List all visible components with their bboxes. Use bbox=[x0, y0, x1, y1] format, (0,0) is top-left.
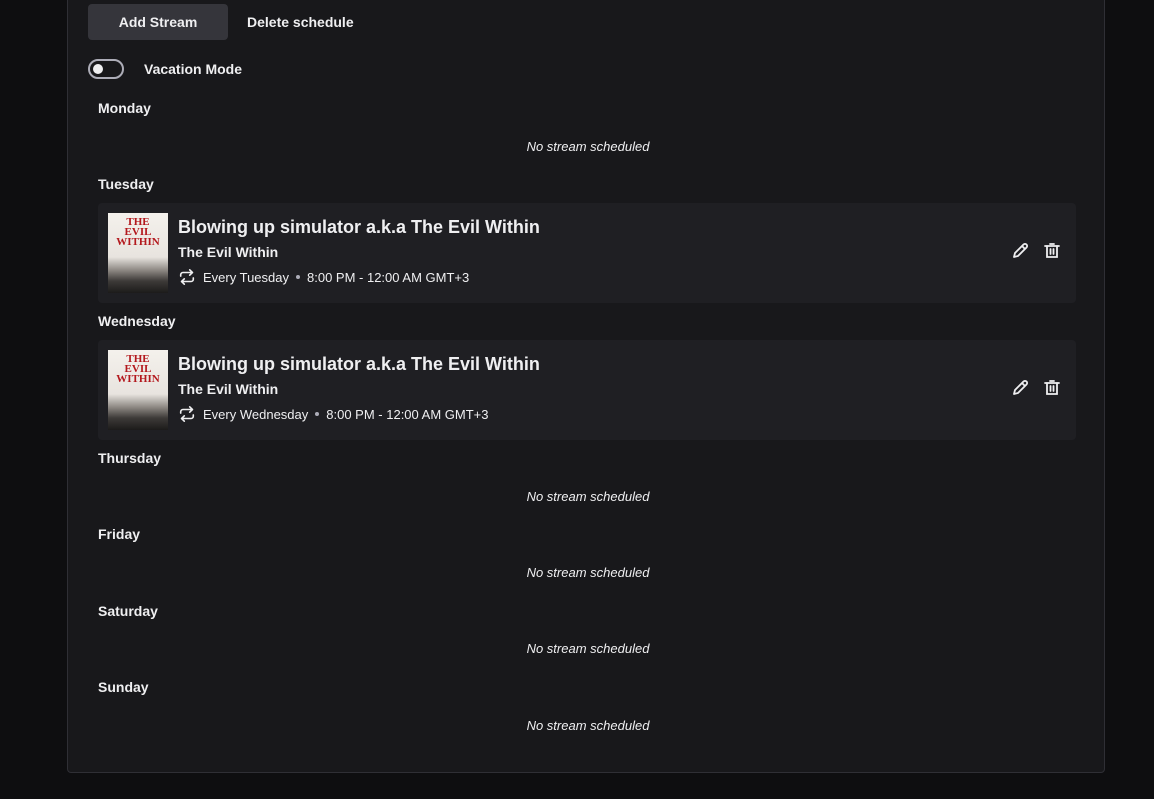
day-label-monday: Monday bbox=[98, 100, 151, 116]
trash-icon[interactable] bbox=[1042, 378, 1062, 398]
separator-dot bbox=[315, 412, 320, 416]
toggle-knob bbox=[93, 64, 103, 74]
day-label-thursday: Thursday bbox=[98, 450, 162, 466]
game-cover-image: THE EVIL WITHIN bbox=[108, 350, 168, 430]
repeat-icon bbox=[179, 405, 195, 423]
stream-meta: Every Wednesday 8:00 PM - 12:00 AM GMT+3 bbox=[178, 405, 488, 423]
day-label-tuesday: Tuesday bbox=[98, 176, 154, 192]
day-label-saturday: Saturday bbox=[98, 603, 158, 619]
stream-game: The Evil Within bbox=[178, 381, 279, 397]
stream-game: The Evil Within bbox=[178, 244, 279, 260]
cover-title-text: THE EVIL WITHIN bbox=[116, 353, 160, 385]
repeat-icon bbox=[179, 268, 195, 286]
stream-card-tuesday[interactable]: THE EVIL WITHIN Blowing up simulator a.k… bbox=[98, 203, 1076, 303]
empty-schedule-sunday: No stream scheduled bbox=[526, 718, 650, 733]
game-cover-image: THE EVIL WITHIN bbox=[108, 213, 168, 293]
day-label-sunday: Sunday bbox=[98, 679, 149, 695]
stream-title: Blowing up simulator a.k.a The Evil With… bbox=[178, 217, 540, 237]
stream-actions bbox=[1010, 378, 1062, 398]
schedule-panel: Add Stream Delete schedule Vacation Mode… bbox=[67, 0, 1105, 773]
day-label-wednesday: Wednesday bbox=[98, 313, 176, 329]
stream-recurrence: Every Wednesday bbox=[203, 406, 309, 422]
empty-schedule-friday: No stream scheduled bbox=[526, 565, 650, 580]
separator-dot bbox=[296, 275, 300, 279]
empty-schedule-monday: No stream scheduled bbox=[526, 139, 650, 154]
stream-recurrence: Every Tuesday bbox=[203, 269, 289, 285]
stream-actions bbox=[1010, 241, 1062, 261]
add-stream-button[interactable]: Add Stream bbox=[88, 4, 228, 40]
stream-meta: Every Tuesday 8:00 PM - 12:00 AM GMT+3 bbox=[178, 268, 469, 286]
delete-schedule-button[interactable]: Delete schedule bbox=[228, 4, 373, 40]
schedule-toolbar: Add Stream Delete schedule bbox=[88, 4, 373, 40]
day-label-friday: Friday bbox=[98, 526, 141, 542]
stream-title: Blowing up simulator a.k.a The Evil With… bbox=[178, 354, 540, 374]
vacation-mode-label: Vacation Mode bbox=[144, 61, 243, 77]
pencil-icon[interactable] bbox=[1010, 241, 1030, 261]
cover-title-text: THE EVIL WITHIN bbox=[116, 216, 160, 248]
empty-schedule-thursday: No stream scheduled bbox=[526, 489, 650, 504]
pencil-icon[interactable] bbox=[1010, 378, 1030, 398]
vacation-mode-toggle[interactable] bbox=[88, 59, 124, 79]
empty-schedule-saturday: No stream scheduled bbox=[526, 641, 650, 656]
stream-time: 8:00 PM - 12:00 AM GMT+3 bbox=[326, 406, 489, 422]
stream-card-wednesday[interactable]: THE EVIL WITHIN Blowing up simulator a.k… bbox=[98, 340, 1076, 440]
trash-icon[interactable] bbox=[1042, 241, 1062, 261]
vacation-mode-row: Vacation Mode bbox=[88, 59, 242, 79]
stream-time: 8:00 PM - 12:00 AM GMT+3 bbox=[307, 269, 470, 285]
